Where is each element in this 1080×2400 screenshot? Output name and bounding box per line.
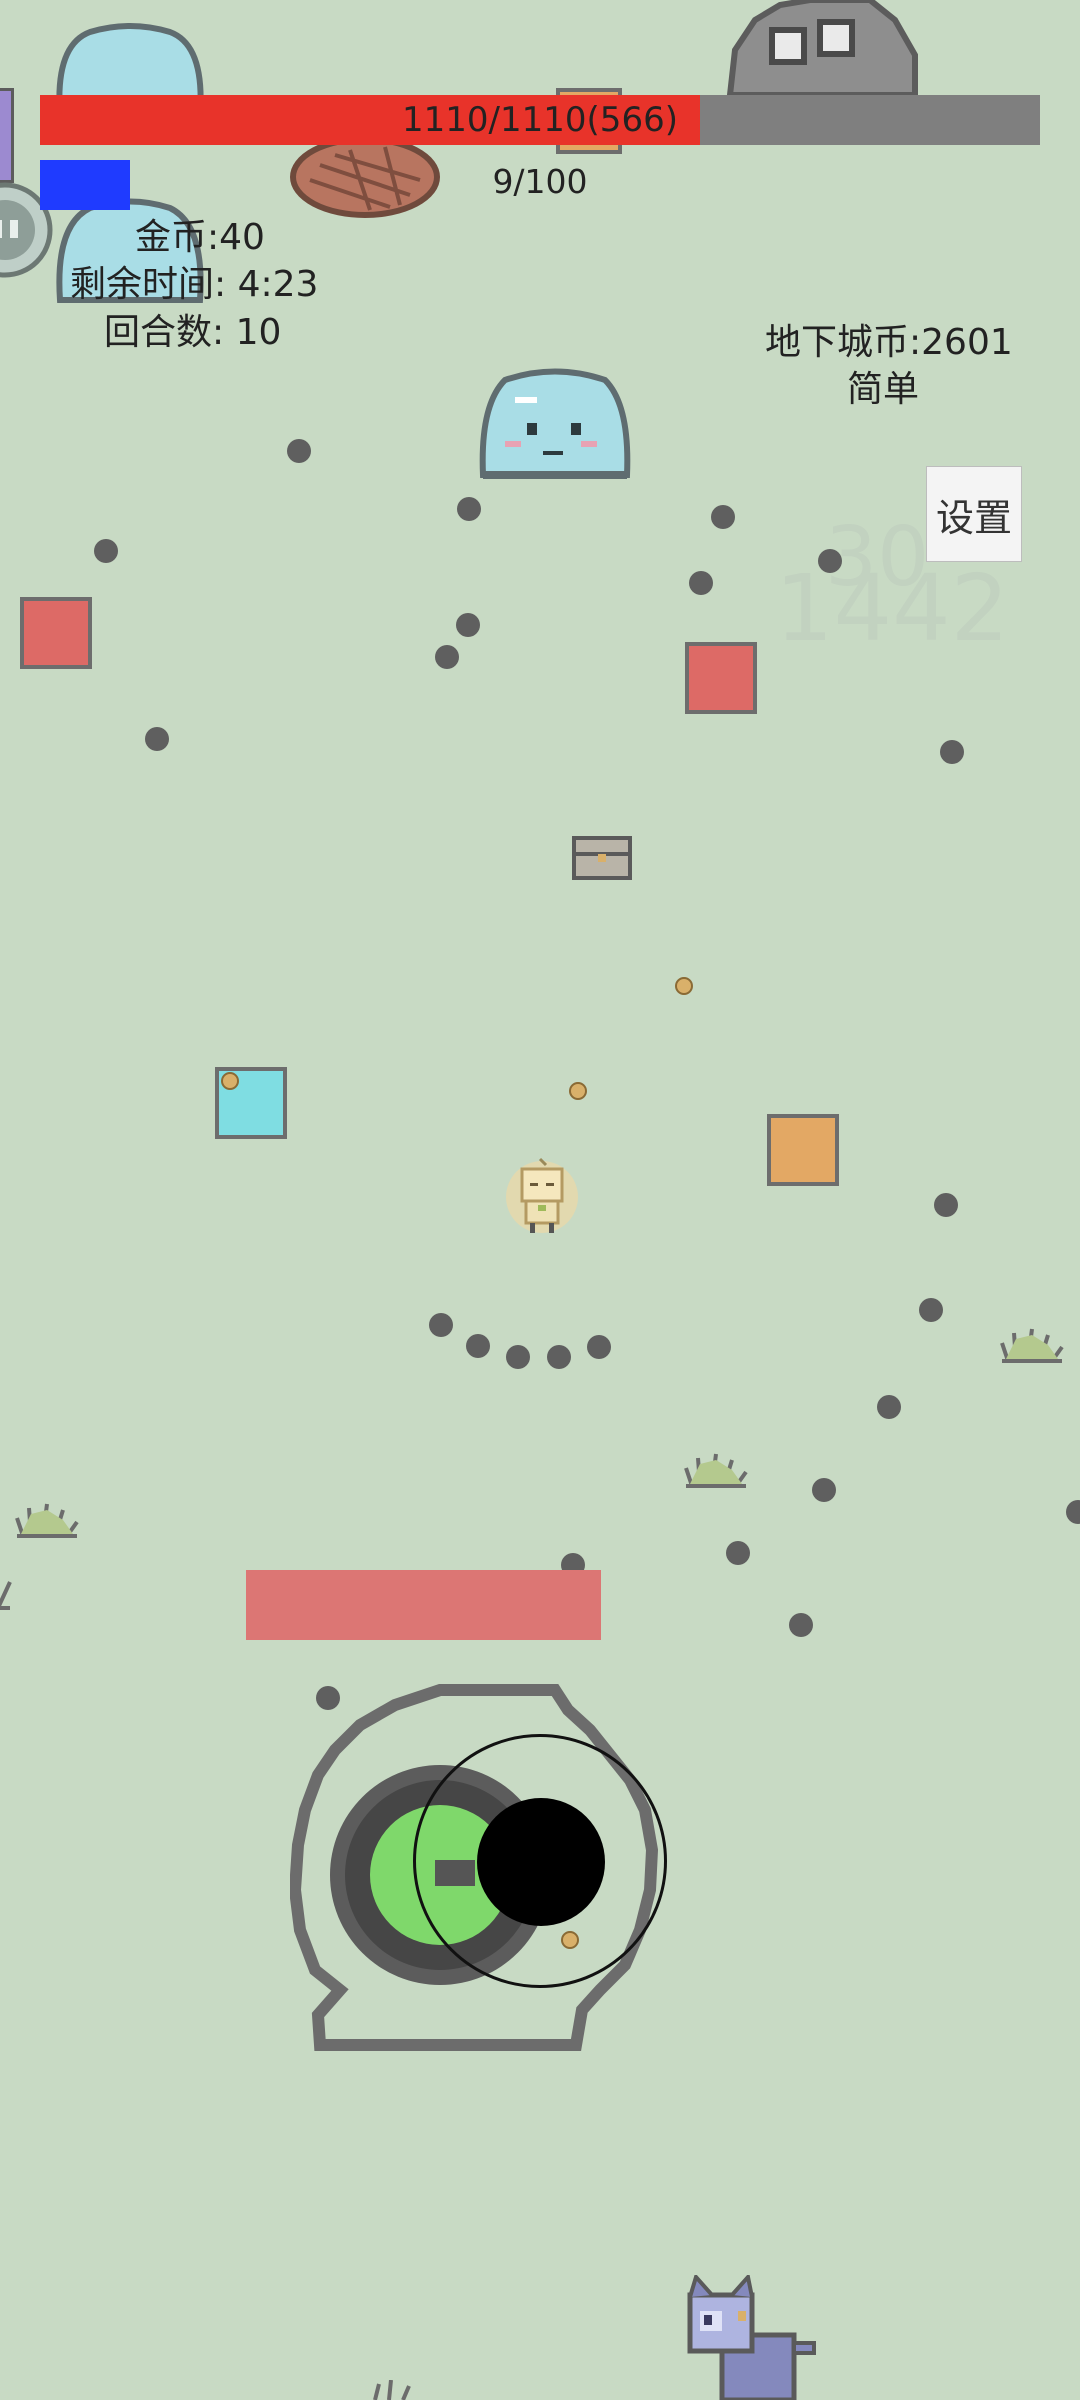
faded-damage-number: 1442 [775,555,1010,662]
settings-button[interactable]: 设置 [926,466,1022,562]
time-remaining: 剩余时间: 4:23 [70,264,319,305]
round-count: 回合数: 10 [104,312,282,353]
rock-golem-enemy [726,0,918,98]
enemy-bullet [287,439,311,463]
joystick-knob[interactable] [477,1798,605,1926]
enemy-bullet [919,1298,943,1322]
enemy-bullet [429,1313,453,1337]
enemy-bullet [547,1345,571,1369]
grass-tuft [684,1453,748,1488]
gold-coin [569,1082,587,1100]
enemy-bullet [789,1613,813,1637]
difficulty-label: 简单 [847,369,920,410]
enemy-bullet [711,505,735,529]
orange-item-box [767,1114,839,1186]
enemy-bullet [689,571,713,595]
red-item-box [685,642,757,714]
red-item-box [20,597,92,669]
grass-tuft [15,1503,79,1538]
enemy-bullet [812,1478,836,1502]
grass-tuft [373,2380,411,2400]
enemy-bullet [466,1334,490,1358]
enemy-bullet [726,1541,750,1565]
gold-coin [675,977,693,995]
enemy-bullet [456,613,480,637]
player-hp-bar: 1110/1110(566) [40,95,1040,145]
enemy-bullet [934,1193,958,1217]
boss-health-bar [246,1570,601,1640]
cat-enemy [687,2275,816,2400]
enemy-bullet [145,727,169,751]
enemy-bullet [506,1345,530,1369]
exp-text: 9/100 [492,162,588,201]
dungeon-coins: 地下城币:2601 [765,322,1013,363]
enemy-bullet [877,1395,901,1419]
treasure-chest [572,836,632,880]
gold-coin [221,1072,239,1090]
enemy-bullet [435,645,459,669]
gold-count: 金币:40 [135,217,265,258]
enemy-bullet [457,497,481,521]
enemy-bullet [818,549,842,573]
grass-tuft [0,1581,12,1610]
player-character [506,1157,578,1233]
enemy-bullet [940,740,964,764]
player-hp-text: 1110/1110(566) [402,100,678,140]
grass-tuft [1000,1328,1064,1363]
enemy-bullet [94,539,118,563]
enemy-bullet [1066,1500,1080,1524]
enemy-bullet [587,1335,611,1359]
slime-enemy [479,368,631,479]
